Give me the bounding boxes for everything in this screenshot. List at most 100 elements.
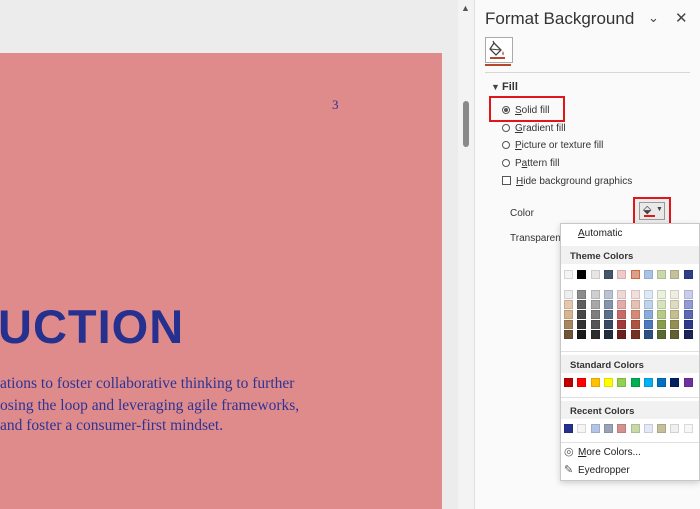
more-colors-button[interactable]: ◎ More Colors... xyxy=(561,445,699,462)
automatic-option[interactable]: Automatic xyxy=(578,228,622,239)
standard-color-swatch[interactable] xyxy=(577,378,587,387)
theme-color-swatch[interactable] xyxy=(683,290,693,299)
theme-color-swatch[interactable] xyxy=(683,270,693,279)
theme-color-swatch[interactable] xyxy=(670,300,680,309)
recent-color-swatch[interactable] xyxy=(577,424,587,433)
scrollbar-thumb[interactable] xyxy=(463,101,469,147)
recent-color-swatch[interactable] xyxy=(603,424,613,433)
recent-color-swatch[interactable] xyxy=(657,424,667,433)
theme-color-swatch[interactable] xyxy=(643,270,653,279)
theme-color-swatch[interactable] xyxy=(617,310,627,319)
theme-color-swatch[interactable] xyxy=(617,270,627,279)
slide-body-line[interactable]: and foster a consumer-first mindset. xyxy=(0,417,223,435)
theme-color-swatch[interactable] xyxy=(683,330,693,339)
theme-color-swatch[interactable] xyxy=(657,310,667,319)
theme-color-swatch[interactable] xyxy=(670,290,680,299)
theme-color-swatch[interactable] xyxy=(590,310,600,319)
scroll-up-icon[interactable]: ▲ xyxy=(461,3,470,13)
theme-color-swatch[interactable] xyxy=(564,310,573,319)
theme-color-swatch[interactable] xyxy=(577,300,587,309)
chevron-down-icon[interactable]: ▼ xyxy=(656,206,663,213)
theme-color-swatch[interactable] xyxy=(657,330,667,339)
radio-icon[interactable] xyxy=(502,141,510,149)
vertical-scrollbar[interactable] xyxy=(458,0,474,509)
theme-color-swatch[interactable] xyxy=(590,320,600,329)
standard-color-swatch[interactable] xyxy=(564,378,573,387)
theme-color-swatch[interactable] xyxy=(577,320,587,329)
recent-color-swatch[interactable] xyxy=(643,424,653,433)
recent-color-swatch[interactable] xyxy=(683,424,693,433)
theme-color-swatch[interactable] xyxy=(670,320,680,329)
theme-color-swatch[interactable] xyxy=(683,310,693,319)
slide[interactable]: 3 UCTION ations to foster collaborative … xyxy=(0,53,442,509)
theme-color-swatch[interactable] xyxy=(590,270,600,279)
theme-color-swatch[interactable] xyxy=(630,330,640,339)
theme-color-swatch[interactable] xyxy=(643,300,653,309)
theme-color-swatch[interactable] xyxy=(643,290,653,299)
theme-color-swatch[interactable] xyxy=(683,300,693,309)
standard-color-swatch[interactable] xyxy=(630,378,640,387)
theme-color-swatch[interactable] xyxy=(603,330,613,339)
theme-color-swatch[interactable] xyxy=(590,290,600,299)
theme-color-swatch[interactable] xyxy=(657,270,667,279)
theme-color-swatch[interactable] xyxy=(564,290,573,299)
recent-color-swatch[interactable] xyxy=(564,424,573,433)
theme-color-swatch[interactable] xyxy=(603,310,613,319)
radio-selected-icon[interactable] xyxy=(502,106,510,114)
recent-color-swatch[interactable] xyxy=(670,424,680,433)
theme-color-swatch[interactable] xyxy=(590,300,600,309)
theme-color-swatch[interactable] xyxy=(617,320,627,329)
theme-color-swatch[interactable] xyxy=(670,270,680,279)
theme-color-swatch[interactable] xyxy=(630,320,640,329)
theme-color-swatch[interactable] xyxy=(564,270,573,279)
eyedropper-button[interactable]: ✎ Eyedropper xyxy=(561,463,699,479)
fill-section-heading[interactable]: Fill xyxy=(502,81,518,93)
theme-color-swatch[interactable] xyxy=(643,320,653,329)
theme-color-swatch[interactable] xyxy=(670,330,680,339)
picture-fill-option[interactable]: Picture or texture fill xyxy=(502,140,603,151)
theme-color-swatch[interactable] xyxy=(577,270,587,279)
theme-color-swatch[interactable] xyxy=(657,300,667,309)
theme-color-swatch[interactable] xyxy=(603,270,613,279)
close-icon[interactable]: ✕ xyxy=(675,9,688,27)
recent-color-swatch[interactable] xyxy=(590,424,600,433)
theme-color-swatch[interactable] xyxy=(630,290,640,299)
slide-title[interactable]: UCTION xyxy=(0,299,184,354)
color-picker-button[interactable]: ⬙ ▼ xyxy=(633,197,671,225)
theme-color-swatch[interactable] xyxy=(643,310,653,319)
fill-tab[interactable] xyxy=(485,37,513,63)
theme-color-swatch[interactable] xyxy=(603,320,613,329)
hide-graphics-option[interactable]: Hide background graphics xyxy=(502,176,632,187)
theme-color-swatch[interactable] xyxy=(657,320,667,329)
theme-color-swatch[interactable] xyxy=(564,320,573,329)
theme-color-swatch[interactable] xyxy=(670,310,680,319)
theme-color-swatch[interactable] xyxy=(630,300,640,309)
standard-color-swatch[interactable] xyxy=(643,378,653,387)
checkbox[interactable] xyxy=(502,176,511,185)
theme-color-swatch[interactable] xyxy=(577,290,587,299)
slide-body-line[interactable]: osing the loop and leveraging agile fram… xyxy=(0,397,299,415)
color-button-face[interactable]: ⬙ ▼ xyxy=(639,202,665,220)
radio-icon[interactable] xyxy=(502,124,510,132)
theme-color-swatch[interactable] xyxy=(643,330,653,339)
recent-color-swatch[interactable] xyxy=(617,424,627,433)
theme-color-swatch[interactable] xyxy=(617,290,627,299)
theme-color-swatch[interactable] xyxy=(683,320,693,329)
theme-color-swatch[interactable] xyxy=(577,310,587,319)
theme-color-swatch[interactable] xyxy=(590,330,600,339)
theme-color-swatch[interactable] xyxy=(629,269,641,280)
theme-color-swatch[interactable] xyxy=(657,290,667,299)
theme-color-swatch[interactable] xyxy=(617,300,627,309)
recent-color-swatch[interactable] xyxy=(630,424,640,433)
slide-body-line[interactable]: ations to foster collaborative thinking … xyxy=(0,375,294,393)
standard-color-swatch[interactable] xyxy=(657,378,667,387)
theme-color-swatch[interactable] xyxy=(577,330,587,339)
standard-color-swatch[interactable] xyxy=(590,378,600,387)
radio-icon[interactable] xyxy=(502,159,510,167)
theme-color-swatch[interactable] xyxy=(603,300,613,309)
gradient-fill-option[interactable]: Gradient fill xyxy=(502,123,566,134)
standard-color-swatch[interactable] xyxy=(617,378,627,387)
standard-color-swatch[interactable] xyxy=(683,378,693,387)
chevron-down-icon[interactable]: ▼ xyxy=(491,82,500,92)
standard-color-swatch[interactable] xyxy=(603,378,613,387)
